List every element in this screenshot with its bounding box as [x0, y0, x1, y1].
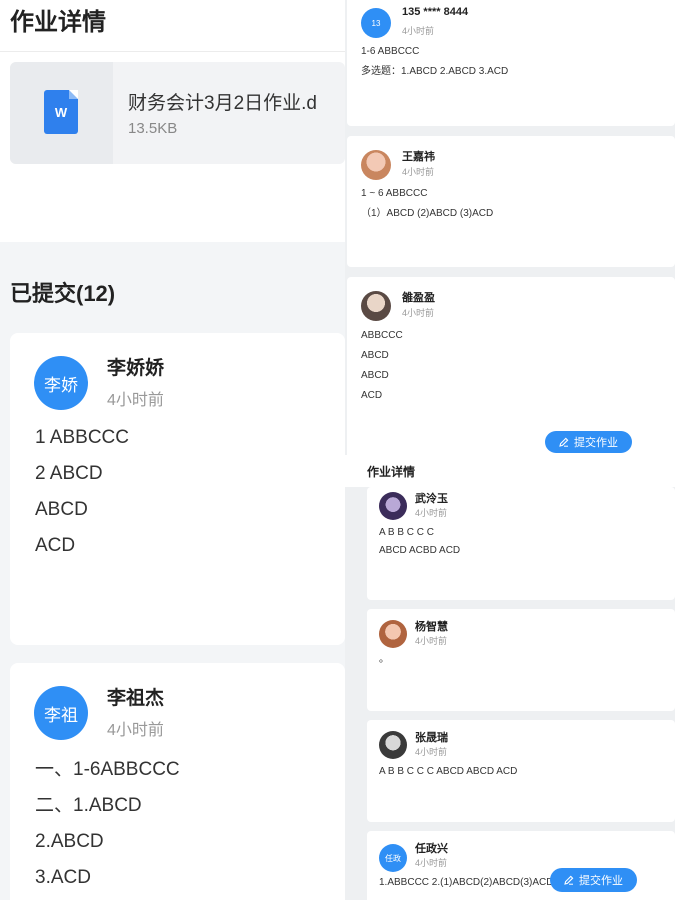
submission-card[interactable]: 武泠玉 4小时前 A B B C C C ABCD ACBD ACD [367, 487, 675, 600]
submit-time: 4小时前 [415, 508, 448, 518]
answer-content: A B B C C C ABCD ABCD ACD [379, 763, 517, 781]
student-name: 任政兴 [415, 843, 448, 855]
avatar: 李娇 [34, 356, 88, 410]
student-name: 135 **** 8444 [402, 6, 469, 18]
answer-line: （1）ABCD (2)ABCD (3)ACD [361, 208, 494, 219]
edit-icon [564, 875, 574, 885]
avatar [361, 291, 391, 321]
answer-content: 1.ABBCCC 2.(1)ABCD(2)ABCD(3)ACD [379, 874, 553, 892]
answer-line: 3.ACD [35, 867, 91, 888]
answer-content: 。 [379, 651, 389, 669]
submit-time: 4小时前 [107, 722, 164, 739]
student-name: 杨智慧 [415, 621, 448, 633]
page-header: 作业详情 [345, 455, 675, 487]
submit-time: 4小时前 [415, 747, 448, 757]
answer-content: 1 ~ 6 ABBCCC （1）ABCD (2)ABCD (3)ACD [361, 184, 493, 224]
file-name: 财务会计3月2日作业.d [128, 93, 317, 114]
submit-time: 4小时前 [107, 392, 164, 409]
right-upper-screenshot: 13 135 **** 8444 4小时前 1-6 ABBCCC 多选题：1.A… [345, 0, 675, 455]
page-title: 作业详情 [367, 465, 416, 479]
avatar: 13 [361, 8, 391, 38]
answer-content: 一、1-6ABBCCC 二、1.ABCD 2.ABCD 3.ACD [35, 752, 180, 896]
submission-card[interactable]: 13 135 **** 8444 4小时前 1-6 ABBCCC 多选题：1.A… [347, 0, 675, 126]
submit-homework-label: 提交作业 [579, 875, 623, 887]
answer-line: ABCD [35, 499, 88, 520]
word-icon: W [44, 90, 78, 134]
edit-icon [559, 437, 569, 447]
submission-card[interactable]: 李祖 李祖杰 4小时前 一、1-6ABBCCC 二、1.ABCD 2.ABCD … [10, 663, 345, 900]
answer-line: 1.ABBCCC 2.(1)ABCD(2)ABCD(3)ACD [379, 877, 554, 888]
answer-content: A B B C C C ABCD ACBD ACD [379, 524, 460, 560]
answer-content: ABBCCC ABCD ABCD ACD [361, 326, 403, 406]
answer-line: 2 ABCD [35, 463, 103, 484]
avatar: 任政 [379, 844, 407, 872]
submitted-count-title: 已提交(12) [10, 281, 116, 306]
answer-line: A B B C C C ABCD ABCD ACD [379, 766, 518, 777]
answer-line: 多选题：1.ABCD 2.ABCD 3.ACD [361, 66, 509, 77]
submit-homework-button[interactable]: 提交作业 [550, 868, 637, 892]
answer-line: ABCD [361, 350, 389, 361]
submit-homework-button[interactable]: 提交作业 [545, 431, 632, 453]
right-lower-screenshot: 作业详情 武泠玉 4小时前 A B B C C C ABCD ACBD ACD … [345, 455, 675, 900]
attachment-file-card[interactable]: W 财务会计3月2日作业.d 13.5KB [10, 62, 345, 164]
answer-line: ABCD [361, 370, 389, 381]
answer-line: ABCD ACBD ACD [379, 545, 461, 556]
answer-line: 二、1.ABCD [35, 795, 142, 816]
student-name: 武泠玉 [415, 493, 448, 505]
file-icon-box: W [10, 62, 113, 164]
avatar [361, 150, 391, 180]
file-size: 13.5KB [128, 120, 178, 137]
answer-line: ABBCCC [361, 330, 403, 341]
submission-card[interactable]: 王嘉祎 4小时前 1 ~ 6 ABBCCC （1）ABCD (2)ABCD (3… [347, 136, 675, 267]
avatar: 李祖 [34, 686, 88, 740]
answer-line: 1 ABBCCC [35, 427, 129, 448]
submit-time: 4小时前 [402, 308, 435, 318]
student-name: 王嘉祎 [402, 151, 435, 163]
avatar [379, 620, 407, 648]
submit-time: 4小时前 [402, 26, 435, 36]
avatar [379, 492, 407, 520]
page-header: 作业详情 [0, 0, 345, 52]
submit-time: 4小时前 [415, 858, 448, 868]
submit-time: 4小时前 [402, 167, 435, 177]
answer-line: 一、1-6ABBCCC [35, 759, 180, 780]
answer-line: A B B C C C [379, 527, 435, 538]
submission-card[interactable]: 杨智慧 4小时前 。 [367, 609, 675, 711]
answer-line: ACD [35, 535, 76, 556]
submit-homework-label: 提交作业 [574, 437, 618, 449]
submit-time: 4小时前 [415, 636, 448, 646]
answer-line: ACD [361, 390, 383, 401]
student-name: 李娇娇 [107, 358, 165, 379]
answer-content: 1 ABBCCC 2 ABCD ABCD ACD [35, 420, 129, 564]
submission-card[interactable]: 雒盈盈 4小时前 ABBCCC ABCD ABCD ACD [347, 277, 675, 455]
left-screenshot: 作业详情 W 财务会计3月2日作业.d 13.5KB 已提交(12) 李娇 李娇… [0, 0, 345, 900]
submission-card[interactable]: 李娇 李娇娇 4小时前 1 ABBCCC 2 ABCD ABCD ACD [10, 333, 345, 645]
answer-line: 1 ~ 6 ABBCCC [361, 188, 428, 199]
student-name: 李祖杰 [107, 688, 165, 709]
submission-card[interactable]: 张晟瑞 4小时前 A B B C C C ABCD ABCD ACD [367, 720, 675, 822]
answer-line: 2.ABCD [35, 831, 104, 852]
answer-content: 1-6 ABBCCC 多选题：1.ABCD 2.ABCD 3.ACD [361, 42, 508, 82]
student-name: 雒盈盈 [402, 292, 435, 304]
answer-line: 。 [379, 654, 389, 665]
student-name: 张晟瑞 [415, 732, 448, 744]
answer-line: 1-6 ABBCCC [361, 46, 420, 57]
page-title: 作业详情 [10, 9, 106, 36]
avatar [379, 731, 407, 759]
